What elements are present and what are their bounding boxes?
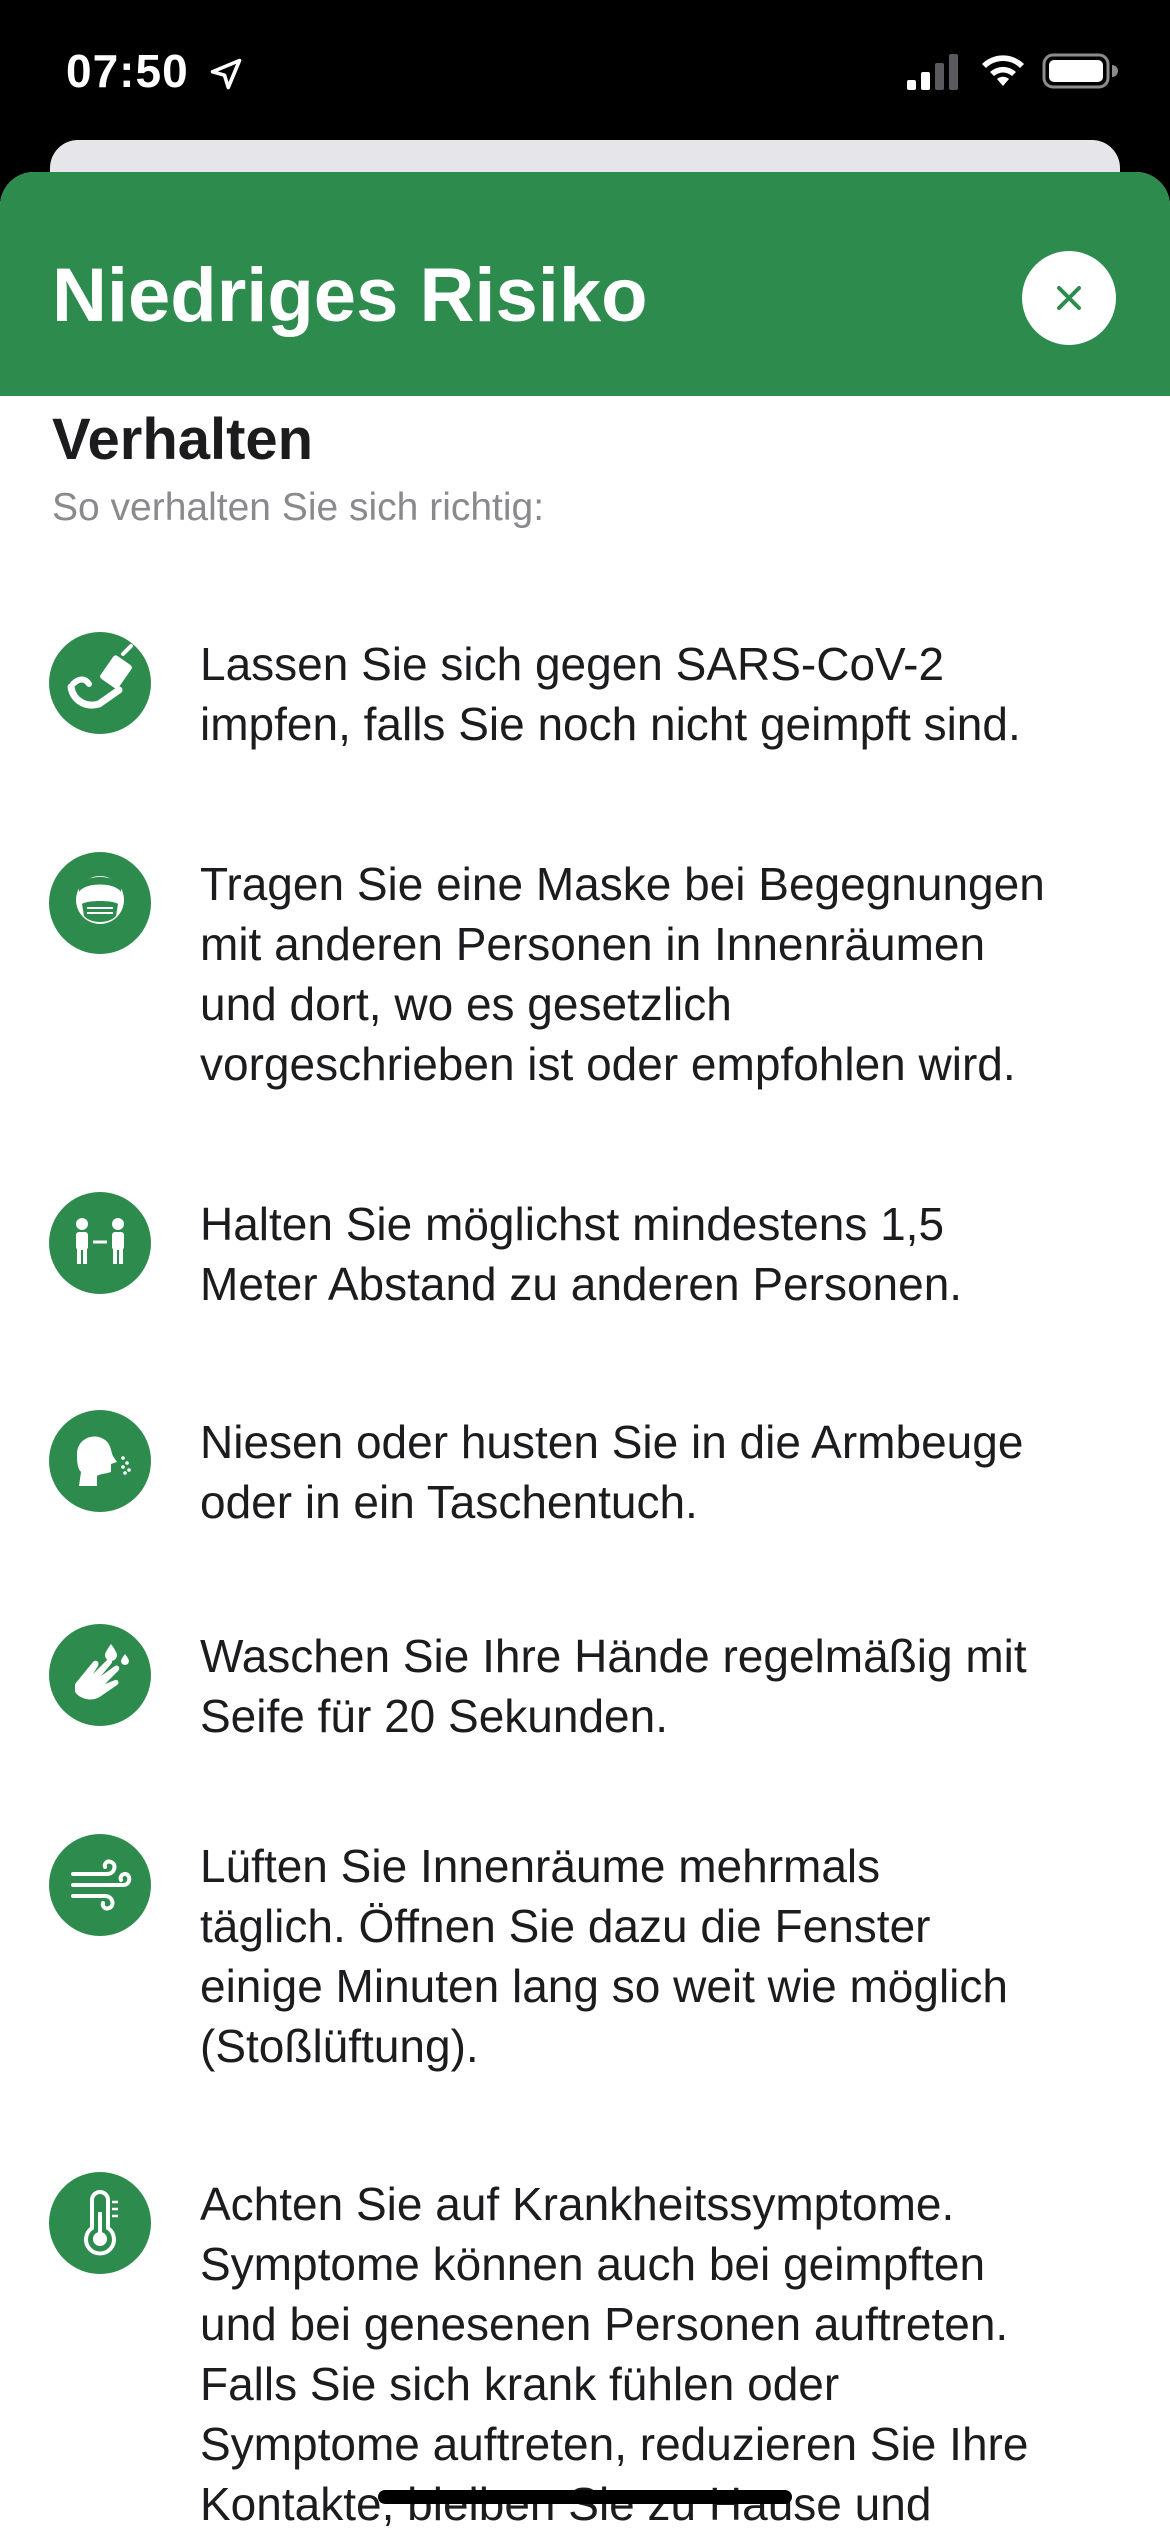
thermometer-icon [49,2172,151,2274]
section-title: Verhalten [52,407,314,472]
rule-text: Waschen Sie Ihre Hände regelmäßig mit Se… [200,1630,1027,1742]
sheet-header: Niedriges Risiko [0,172,1170,396]
mask-icon [49,852,151,954]
battery-icon [1042,53,1118,89]
handwash-icon [49,1624,151,1726]
status-time: 07:50 [66,45,189,97]
screen: 07:50 Niedriges Risiko Verhalten So verh… [0,0,1170,2532]
sneeze-icon [49,1410,151,1512]
rule-text: Tragen Sie eine Maske bei Begegnungen mi… [200,858,1045,1090]
section-subtitle: So verhalten Sie sich richtig: [52,486,545,529]
status-bar: 07:50 [0,0,1170,140]
ventilation-icon [49,1834,151,1936]
cellular-signal-icon [907,54,958,90]
rule-text: Achten Sie auf Krankheitssymptome. Sympt… [200,2178,1029,2530]
distance-icon [49,1192,151,1294]
close-icon [1057,286,1081,310]
close-button[interactable] [1022,251,1116,345]
location-arrow-icon [210,58,242,90]
home-indicator[interactable] [378,2490,792,2504]
rule-text: Lüften Sie Innenräume mehrmals täglich. … [200,1840,1008,2072]
wifi-icon [982,55,1024,86]
rule-text: Lassen Sie sich gegen SARS-CoV-2 impfen,… [200,638,1021,750]
rule-text: Halten Sie möglichst mindestens 1,5 Mete… [200,1198,963,1310]
risk-detail-sheet: Niedriges Risiko Verhalten So verhalten … [0,172,1170,2532]
vaccination-icon [49,632,151,734]
sheet-title: Niedriges Risiko [52,253,648,338]
rule-text: Niesen oder husten Sie in die Armbeuge o… [200,1416,1024,1528]
